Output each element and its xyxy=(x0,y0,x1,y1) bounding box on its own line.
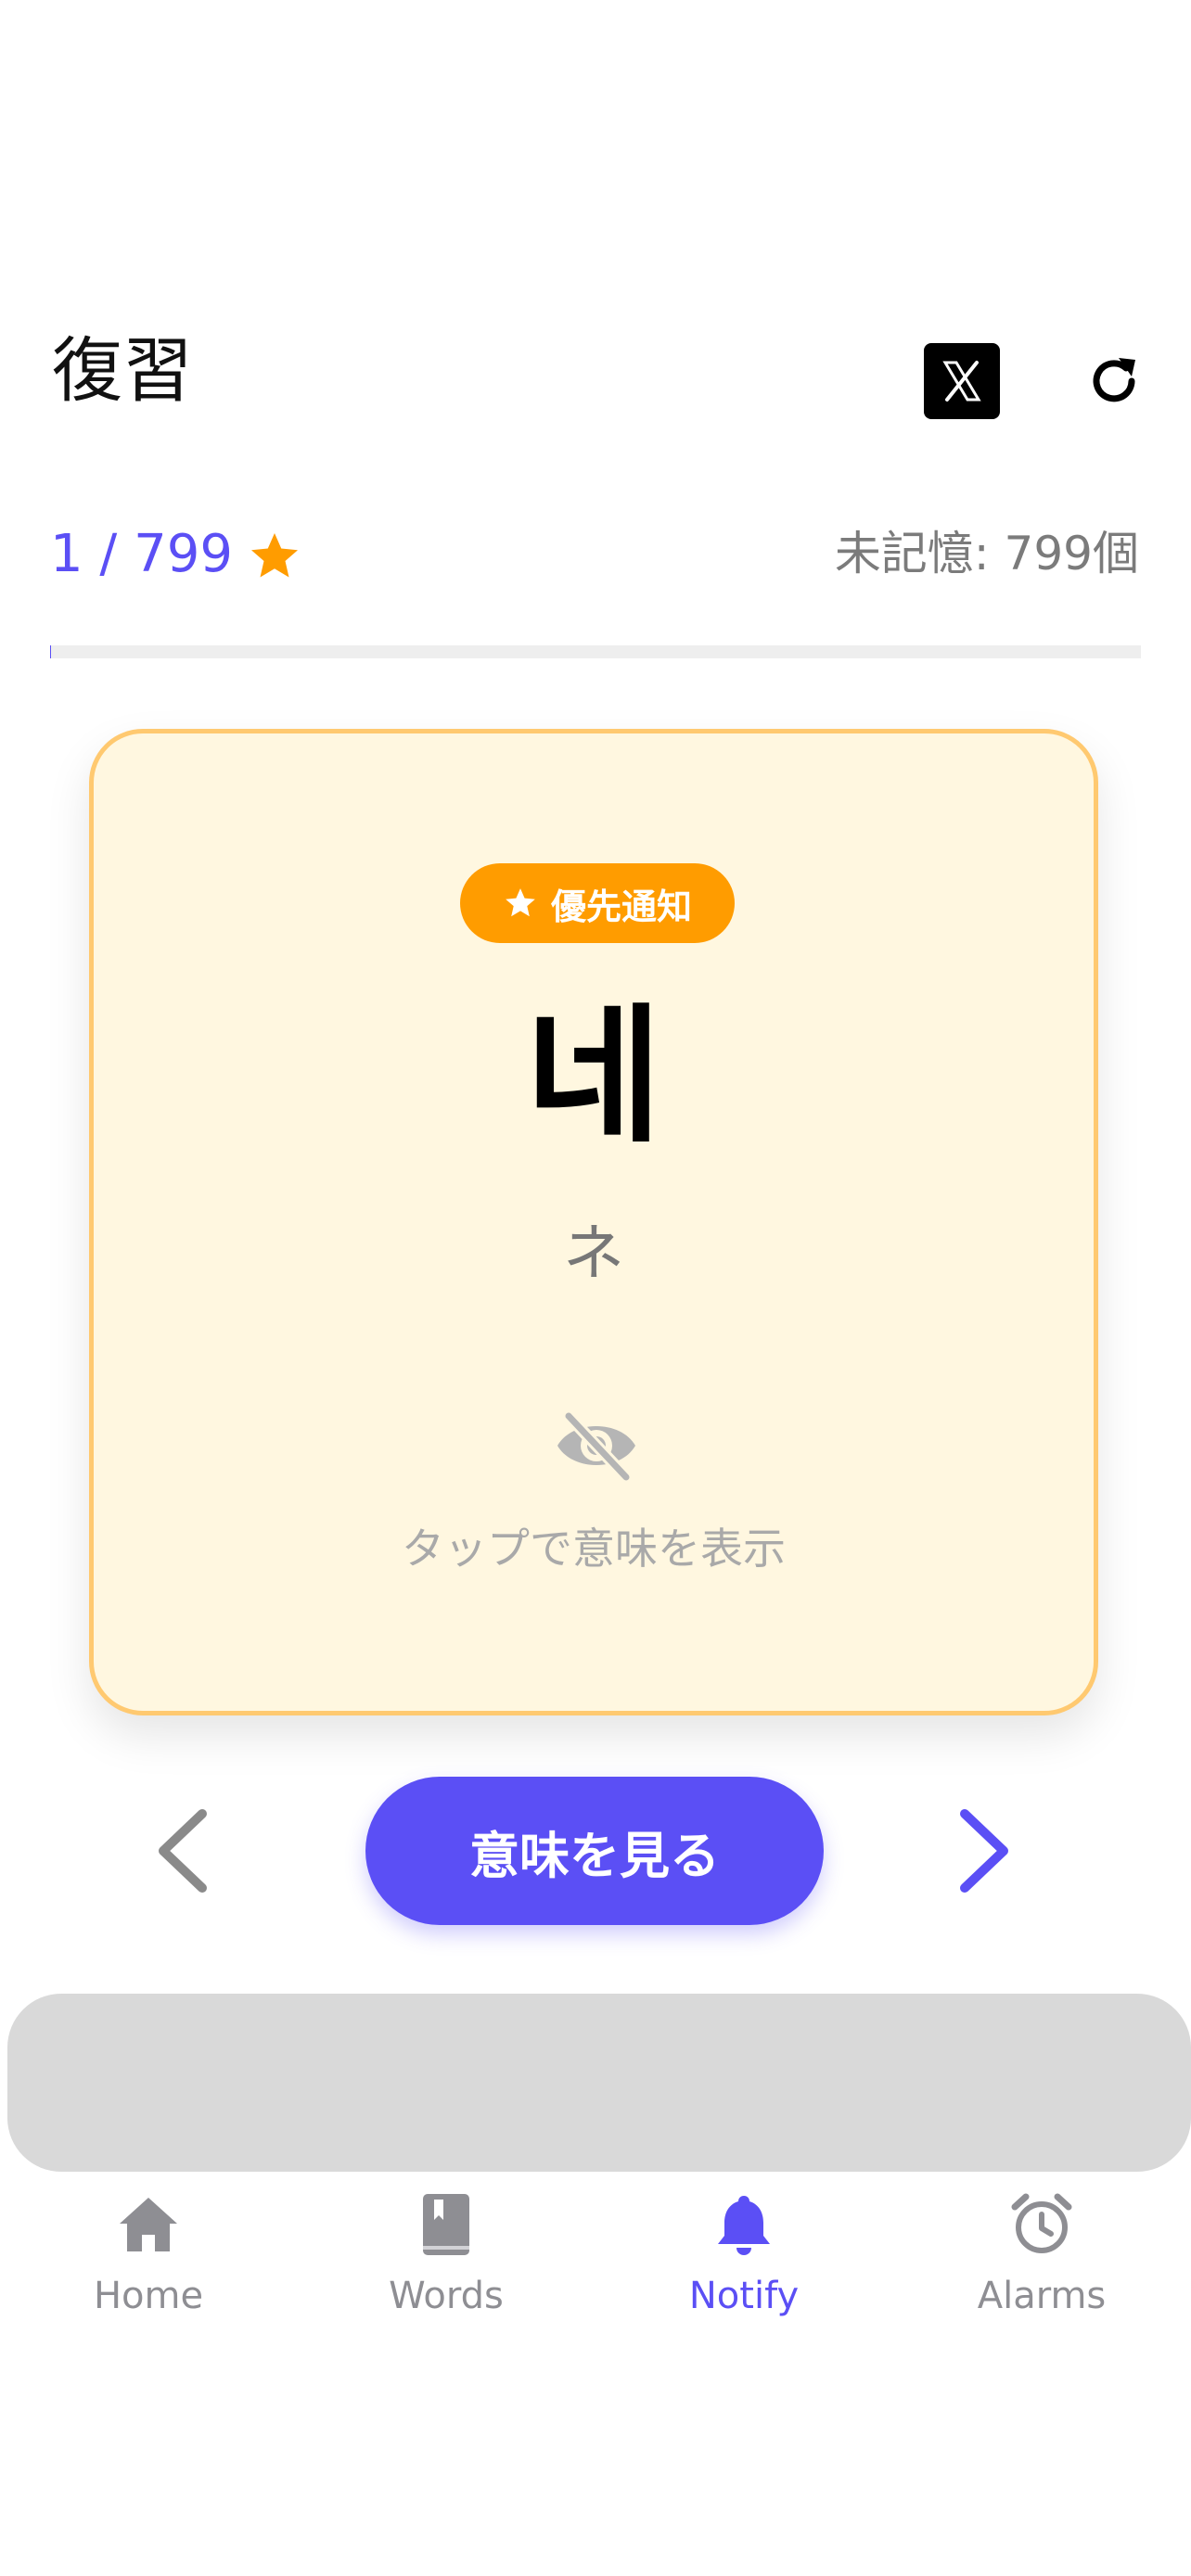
tab-notify[interactable]: Notify xyxy=(596,2192,892,2315)
book-icon xyxy=(423,2194,469,2255)
card-word: 네 xyxy=(525,989,662,1163)
tab-alarms-label: Alarms xyxy=(977,2275,1107,2317)
refresh-button[interactable] xyxy=(1085,352,1143,410)
tap-hint: タップで意味を表示 xyxy=(402,1524,786,1574)
previous-card-button[interactable] xyxy=(148,1804,215,1897)
share-x-button[interactable] xyxy=(924,343,1000,419)
progress-bar xyxy=(50,645,1141,658)
tab-notify-label: Notify xyxy=(688,2275,800,2317)
tab-words[interactable]: Words xyxy=(298,2192,595,2315)
priority-badge-label: 優先通知 xyxy=(550,886,692,927)
favorite-star[interactable] xyxy=(247,529,302,584)
tab-alarms[interactable]: Alarms xyxy=(893,2192,1190,2315)
show-meaning-button[interactable]: 意味を見る xyxy=(365,1777,824,1925)
tab-home-label: Home xyxy=(93,2275,204,2317)
bell-icon xyxy=(718,2196,770,2255)
unlearned-count: 未記憶: 799個 xyxy=(834,527,1139,580)
tab-words-label: Words xyxy=(389,2275,504,2317)
progress-bar-fill xyxy=(50,645,52,658)
house-icon xyxy=(120,2198,177,2251)
star-icon xyxy=(506,888,535,917)
chevron-left-icon xyxy=(159,1809,207,1893)
next-card-button[interactable] xyxy=(952,1804,1018,1897)
alarm-clock-icon xyxy=(1011,2193,1072,2253)
tab-home[interactable]: Home xyxy=(0,2192,297,2315)
card-reading: ネ xyxy=(563,1218,624,1289)
star-icon xyxy=(251,533,298,578)
chevron-right-icon xyxy=(960,1809,1008,1893)
refresh-icon xyxy=(1093,358,1135,402)
eye-slash-icon xyxy=(552,1409,641,1483)
progress-count: 1 / 799 xyxy=(50,524,233,584)
page-title: 復習 xyxy=(52,329,193,412)
priority-badge: 優先通知 xyxy=(460,863,735,943)
x-logo-icon xyxy=(942,361,981,402)
flash-card[interactable]: 優先通知 네 ネ タップで意味を表示 xyxy=(89,729,1098,1715)
ad-banner-placeholder xyxy=(7,1994,1191,2172)
